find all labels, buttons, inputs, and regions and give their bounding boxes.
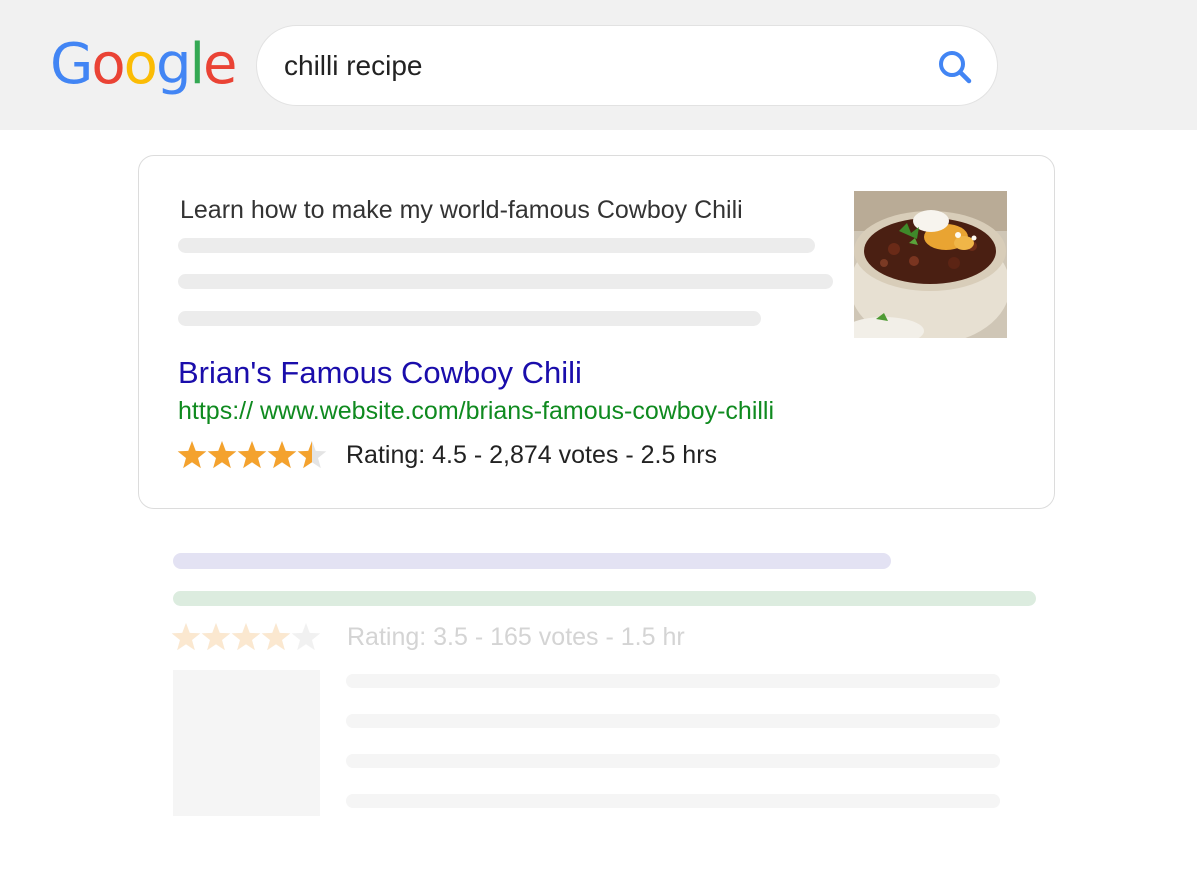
snippet-heading: Learn how to make my world-famous Cowboy… — [180, 196, 743, 224]
faded-result-title — [173, 553, 891, 569]
chili-bowl-thumbnail[interactable] — [854, 191, 1007, 338]
search-input[interactable] — [284, 46, 904, 86]
snippet-placeholder-line — [178, 274, 833, 289]
star-icon — [231, 623, 261, 651]
logo-letter: o — [91, 32, 125, 97]
rating-text: Rating: 4.5 - 2,874 votes - 2.5 hrs — [346, 441, 718, 469]
faded-result-thumbnail — [173, 670, 320, 816]
faded-snippet-line — [346, 754, 1000, 768]
result-url-link[interactable]: https:// www.website.com/brians-famous-c… — [178, 397, 774, 426]
header-bar: Google — [0, 0, 1197, 130]
faded-rating-text: Rating: 3.5 - 165 votes - 1.5 hr — [347, 623, 685, 651]
search-icon[interactable] — [935, 47, 975, 87]
star-icon — [177, 441, 207, 469]
logo-letter: e — [203, 32, 237, 97]
star-rating — [177, 441, 327, 469]
logo-letter: G — [50, 32, 93, 97]
result-title-link[interactable]: Brian's Famous Cowboy Chili — [178, 355, 582, 391]
faded-snippet-line — [346, 794, 1000, 808]
snippet-placeholder-line — [178, 311, 761, 326]
logo-letter: l — [189, 32, 205, 97]
faded-snippet-line — [346, 714, 1000, 728]
search-box[interactable] — [256, 25, 998, 106]
faded-result-url — [173, 591, 1036, 606]
faded-snippet-line — [346, 674, 1000, 688]
featured-result-card: Learn how to make my world-famous Cowboy… — [138, 155, 1055, 509]
logo-letter: o — [123, 32, 158, 97]
star-icon — [267, 441, 297, 469]
star-icon — [201, 623, 231, 651]
google-logo[interactable]: Google — [50, 30, 238, 100]
logo-letter: g — [155, 32, 192, 97]
star-icon — [237, 441, 267, 469]
star-icon — [261, 623, 291, 651]
faded-star-rating — [171, 623, 321, 651]
star-icon — [171, 623, 201, 651]
star-icon — [207, 441, 237, 469]
snippet-placeholder-line — [178, 238, 815, 253]
star-empty-icon — [291, 623, 321, 651]
